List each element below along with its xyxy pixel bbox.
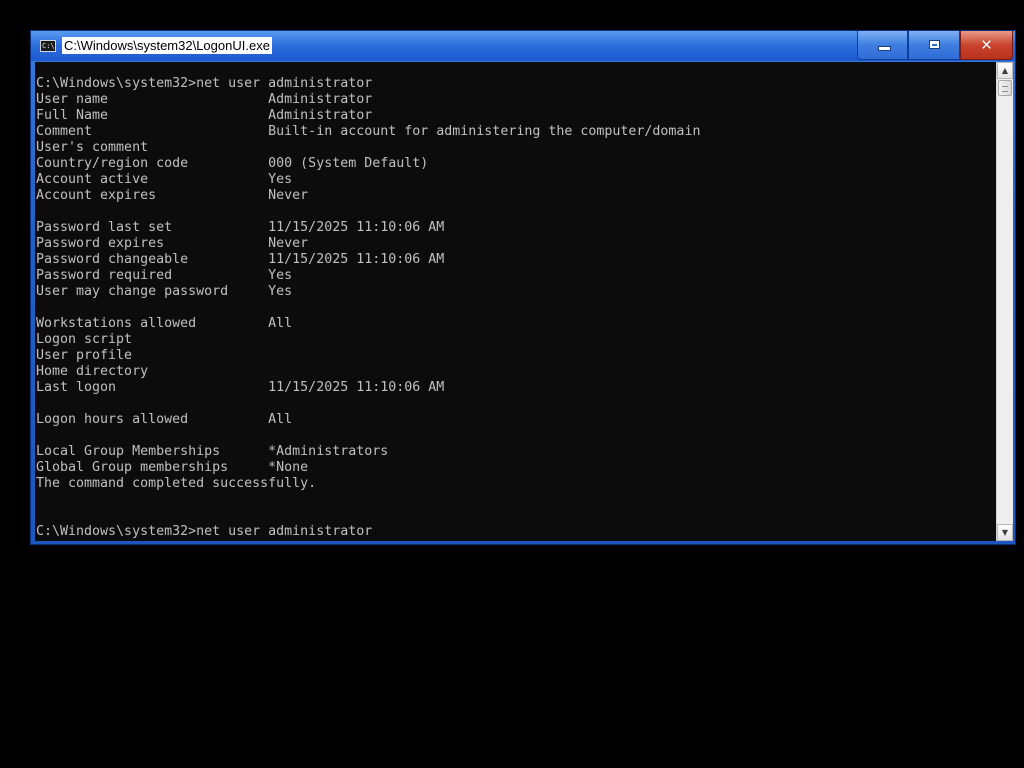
maximize-icon <box>929 40 940 49</box>
console-line: Home directory <box>36 364 149 379</box>
console-line: User's comment <box>36 140 149 155</box>
scroll-up-button[interactable]: ▲ <box>997 62 1013 79</box>
console-text[interactable]: C:\Windows\system32>net user administrat… <box>36 76 700 540</box>
console-line: Logon hours allowed All <box>36 412 293 427</box>
maximize-button[interactable] <box>908 31 960 60</box>
console-line: Country/region code 000 (System Default) <box>36 156 429 171</box>
console-line: Password expires Never <box>36 236 309 251</box>
console-window: C:\ C:\Windows\system32\LogonUI.exe ✕ C:… <box>30 30 1016 545</box>
arrow-down-icon: ▼ <box>1001 528 1009 537</box>
close-icon: ✕ <box>980 36 993 54</box>
console-line: Password last set 11/15/2025 11:10:06 AM <box>36 220 445 235</box>
scroll-down-button[interactable]: ▼ <box>997 524 1013 541</box>
console-line: C:\Windows\system32>net user administrat… <box>36 524 373 539</box>
cmd-icon[interactable]: C:\ <box>40 40 56 52</box>
console-line: Account active Yes <box>36 172 293 187</box>
console-line: User may change password Yes <box>36 284 293 299</box>
title-bar[interactable]: C:\ C:\Windows\system32\LogonUI.exe ✕ <box>31 31 1015 61</box>
console-line: Comment Built-in account for administeri… <box>36 124 701 139</box>
console-line: Last logon 11/15/2025 11:10:06 AM <box>36 380 445 395</box>
window-title: C:\Windows\system32\LogonUI.exe <box>62 37 272 54</box>
console-line: Global Group memberships *None <box>36 460 309 475</box>
console-line: Password changeable 11/15/2025 11:10:06 … <box>36 252 445 267</box>
console-output-area[interactable]: C:\Windows\system32>net user administrat… <box>35 62 996 541</box>
console-line: The command completed successfully. <box>36 476 317 491</box>
console-line: Logon script <box>36 332 133 347</box>
arrow-up-icon: ▲ <box>1001 66 1009 75</box>
minimize-button[interactable] <box>857 31 908 60</box>
console-line: Local Group Memberships *Administrators <box>36 444 389 459</box>
console-line: User profile <box>36 348 133 363</box>
vertical-scrollbar[interactable]: ▲ ▼ <box>996 62 1013 541</box>
close-button[interactable]: ✕ <box>960 31 1013 60</box>
console-line: Account expires Never <box>36 188 309 203</box>
console-line: C:\Windows\system32>net user administrat… <box>36 76 373 91</box>
scroll-thumb[interactable] <box>998 80 1012 96</box>
console-line: Workstations allowed All <box>36 316 293 331</box>
console-line: Password required Yes <box>36 268 293 283</box>
console-line: User name Administrator <box>36 92 373 107</box>
minimize-icon <box>878 46 891 51</box>
console-line: Full Name Administrator <box>36 108 373 123</box>
